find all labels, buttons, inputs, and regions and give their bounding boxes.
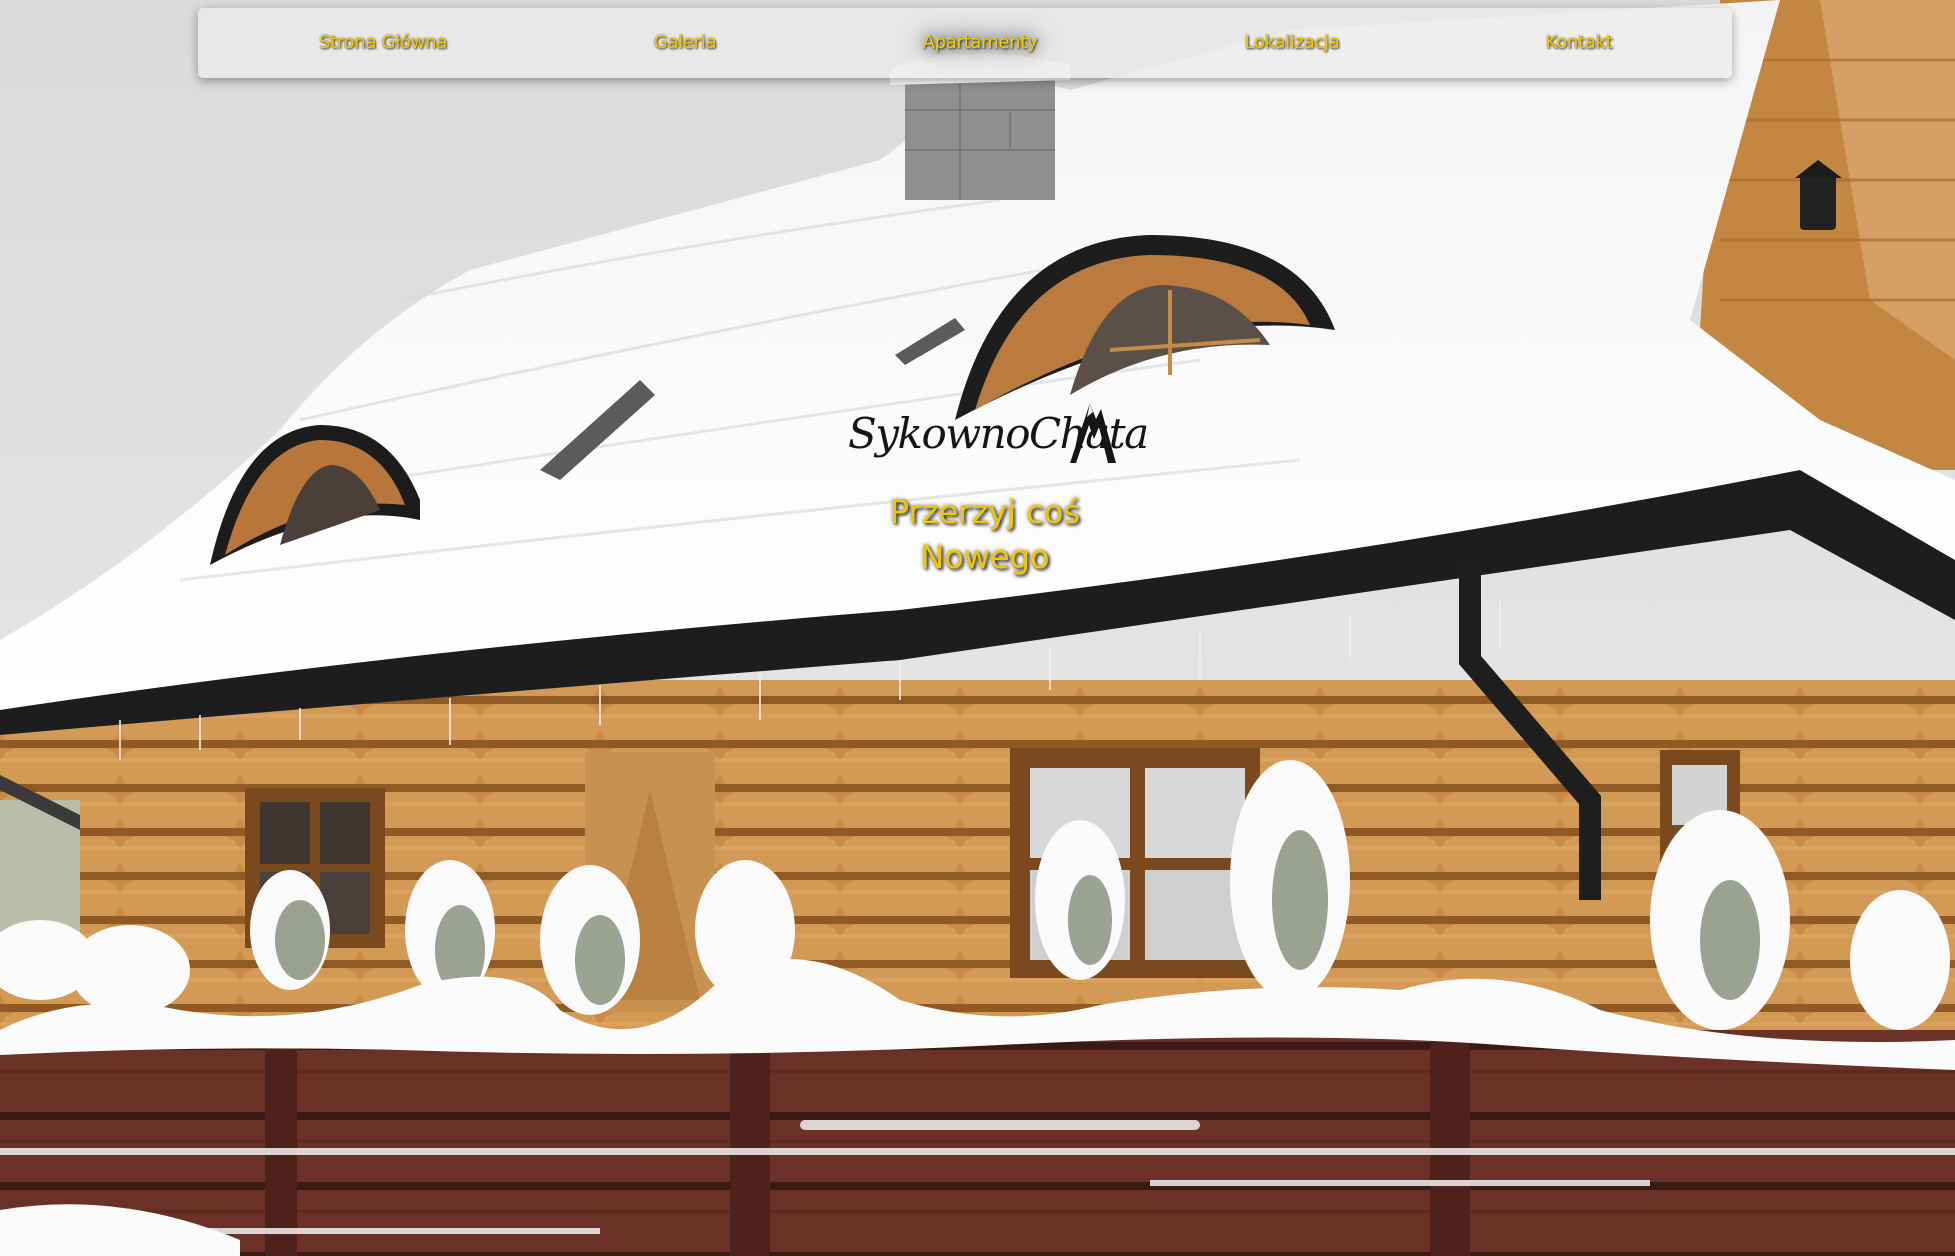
nav-item-apartamenty[interactable]: Apartamenty xyxy=(923,8,1038,78)
nav-item-strona-glowna[interactable]: Strona Główna xyxy=(319,8,447,78)
nav-item-galeria[interactable]: Galeria xyxy=(654,8,717,78)
site-logo[interactable]: SykownoChata xyxy=(840,395,1149,470)
page: Strona Główna Galeria Apartamenty Lokali… xyxy=(0,0,1955,1256)
nav-item-kontakt[interactable]: Kontakt xyxy=(1546,8,1613,78)
hero-tagline: Przerzyj coś Nowego xyxy=(890,490,1080,580)
hero-background-image xyxy=(0,0,1955,1256)
main-navbar: Strona Główna Galeria Apartamenty Lokali… xyxy=(198,8,1732,78)
mountain-logo-icon xyxy=(1070,403,1116,463)
nav-item-lokalizacja[interactable]: Lokalizacja xyxy=(1245,8,1340,78)
hero-tagline-line2: Nowego xyxy=(920,538,1050,576)
hero-tagline-line1: Przerzyj coś xyxy=(889,493,1081,531)
